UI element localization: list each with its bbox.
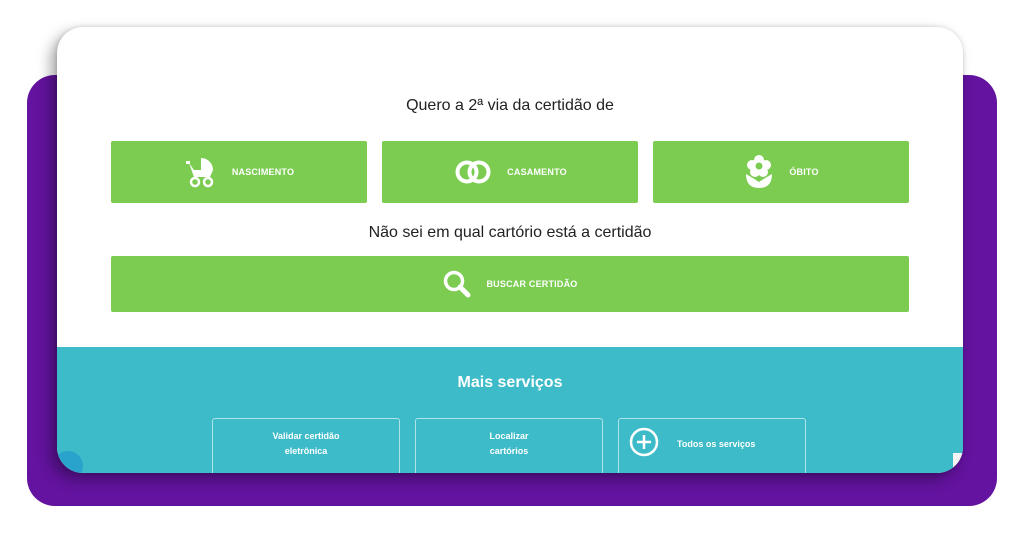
validar-certidao-button[interactable]: Validar certidão eletrônica (212, 418, 400, 473)
flower-icon (743, 154, 775, 190)
obito-label: ÓBITO (789, 167, 819, 177)
obito-button[interactable]: ÓBITO (653, 141, 909, 203)
certificate-heading: Quero a 2ª via da certidão de (406, 97, 614, 114)
baby-stroller-icon (184, 155, 218, 189)
main-card: Quero a 2ª via da certidão de NASCIMENTO… (57, 27, 963, 473)
validar-certidao-line1: Validar certidão (272, 431, 340, 441)
todos-servicos-button[interactable]: Todos os serviços (618, 418, 806, 473)
casamento-label: CASAMENTO (507, 167, 567, 177)
nascimento-label: NASCIMENTO (231, 167, 295, 177)
search-heading: Não sei em qual cartório está a certidão (368, 224, 652, 241)
casamento-button[interactable]: CASAMENTO (382, 141, 638, 203)
localizar-cartorios-button[interactable]: Localizar cartórios (415, 418, 603, 473)
localizar-cartorios-line1: Localizar (489, 431, 529, 441)
more-services-title: Mais serviços (457, 374, 563, 391)
validar-certidao-line2: eletrônica (284, 446, 328, 456)
todos-servicos-label: Todos os serviços (677, 438, 756, 449)
search-icon (442, 269, 472, 299)
buscar-certidao-button[interactable]: BUSCAR CERTIDÃO (111, 256, 909, 312)
nascimento-button[interactable]: NASCIMENTO (111, 141, 367, 203)
localizar-cartorios-line2: cartórios (489, 446, 529, 456)
rings-icon (453, 157, 493, 187)
plus-circle-icon (629, 427, 659, 462)
chat-bubble-icon[interactable] (57, 451, 83, 473)
buscar-certidao-label: BUSCAR CERTIDÃO (486, 279, 578, 289)
more-services-section: Mais serviços Validar certidão eletrônic… (57, 347, 963, 473)
scroll-edge (953, 453, 963, 473)
